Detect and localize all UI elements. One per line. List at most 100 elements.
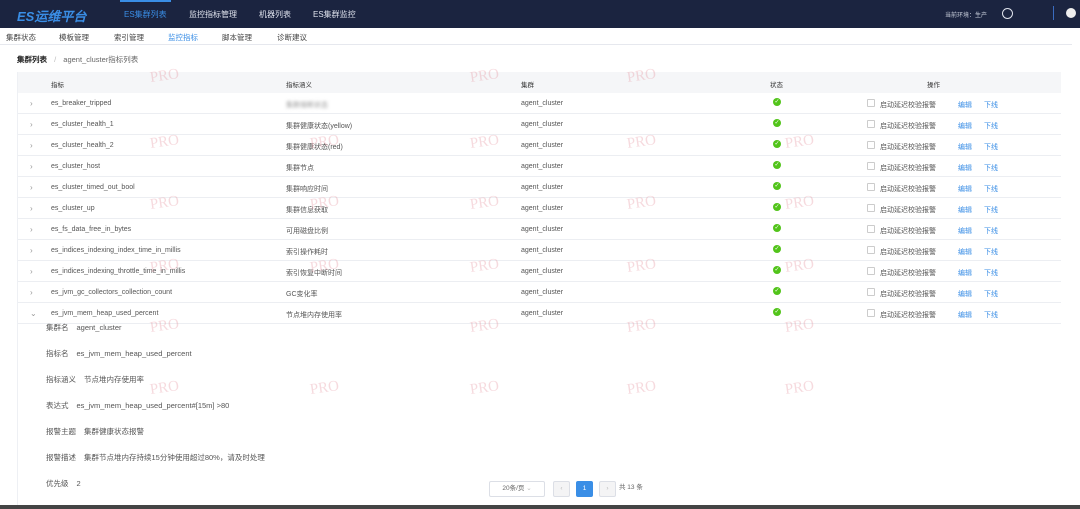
edit-link[interactable]: 编辑 [958,163,972,173]
offline-link[interactable]: 下线 [984,268,998,278]
table-row[interactable]: › es_jvm_gc_collectors_collection_count … [18,282,1061,303]
edit-link[interactable]: 编辑 [958,268,972,278]
prev-page-button[interactable]: ‹ [553,481,570,497]
table-row[interactable]: › es_fs_data_free_in_bytes 可用磁盘比例 agent_… [18,219,1061,240]
chevron-right-icon[interactable]: › [30,204,33,213]
breadcrumb-separator: / [54,55,57,64]
offline-link[interactable]: 下线 [984,310,998,320]
page-1-button[interactable]: 1 [576,481,593,497]
tab-cluster-status[interactable]: 集群状态 [6,32,36,43]
metric-name: es_cluster_timed_out_bool [51,184,135,191]
delay-check-checkbox[interactable] [867,267,875,275]
offline-link[interactable]: 下线 [984,121,998,131]
tab-template-management[interactable]: 模板管理 [59,32,89,43]
delay-check-checkbox[interactable] [867,309,875,317]
edit-link[interactable]: 编辑 [958,289,972,299]
detail-field: 集群名 agent_cluster [46,322,122,333]
table-row[interactable]: ⌄ es_jvm_mem_heap_used_percent 节点堆内存使用率 … [18,303,1061,324]
nav-es-cluster-monitor[interactable]: ES集群监控 [313,9,356,20]
delay-check-checkbox[interactable] [867,288,875,296]
delay-check-label[interactable]: 启动延迟校验报警 [880,205,936,215]
page-size-select[interactable]: 20条/页 ⌄ [489,481,545,497]
delay-check-label[interactable]: 启动延迟校验报警 [880,289,936,299]
offline-link[interactable]: 下线 [984,205,998,215]
cluster-name: agent_cluster [521,226,564,233]
delay-check-label[interactable]: 启动延迟校验报警 [880,100,936,110]
tab-index-management[interactable]: 索引管理 [114,32,144,43]
offline-link[interactable]: 下线 [984,100,998,110]
chevron-right-icon[interactable]: › [30,183,33,192]
metric-name: es_fs_data_free_in_bytes [51,226,132,233]
next-page-button[interactable]: › [599,481,616,497]
edit-link[interactable]: 编辑 [958,247,972,257]
col-metric: 指标 [51,82,64,89]
edit-link[interactable]: 编辑 [958,226,972,236]
nav-metric-management[interactable]: 监控指标管理 [189,9,237,20]
edit-link[interactable]: 编辑 [958,142,972,152]
detail-field: 优先级 2 [46,478,81,489]
offline-link[interactable]: 下线 [984,142,998,152]
delay-check-label[interactable]: 启动延迟校验报警 [880,226,936,236]
delay-check-checkbox[interactable] [867,120,875,128]
delay-check-checkbox[interactable] [867,183,875,191]
delay-check-label[interactable]: 启动延迟校验报警 [880,310,936,320]
chevron-right-icon[interactable]: › [30,99,33,108]
edit-link[interactable]: 编辑 [958,100,972,110]
delay-check-label[interactable]: 启动延迟校验报警 [880,163,936,173]
chevron-right-icon[interactable]: › [30,120,33,129]
chevron-right-icon[interactable]: › [30,267,33,276]
edit-link[interactable]: 编辑 [958,184,972,194]
metric-name: es_cluster_health_2 [51,142,114,149]
table-row[interactable]: › es_indices_indexing_index_time_in_mill… [18,240,1061,261]
status-ok-icon: ✓ [773,182,781,190]
chevron-down-icon[interactable]: ⌄ [30,309,37,318]
user-icon[interactable] [1002,8,1013,19]
breadcrumb-root[interactable]: 集群列表 [17,55,47,64]
delay-check-label[interactable]: 启动延迟校验报警 [880,142,936,152]
detail-field: 指标名 es_jvm_mem_heap_used_percent [46,348,192,359]
chevron-right-icon[interactable]: › [30,246,33,255]
metric-name: es_indices_indexing_throttle_time_in_mil… [51,268,186,275]
delay-check-checkbox[interactable] [867,246,875,254]
table-row[interactable]: › es_cluster_health_1 集群健康状态(yellow) age… [18,114,1061,135]
edit-link[interactable]: 编辑 [958,310,972,320]
col-status: 状态 [770,82,783,89]
logout-icon[interactable] [1066,8,1076,18]
table-row[interactable]: › es_cluster_host 集群节点 agent_cluster ✓ 启… [18,156,1061,177]
table-row[interactable]: › es_indices_indexing_throttle_time_in_m… [18,261,1061,282]
offline-link[interactable]: 下线 [984,184,998,194]
chevron-right-icon[interactable]: › [30,225,33,234]
metric-name: es_cluster_host [51,163,101,170]
edit-link[interactable]: 编辑 [958,121,972,131]
chevron-right-icon[interactable]: › [30,162,33,171]
offline-link[interactable]: 下线 [984,289,998,299]
delay-check-checkbox[interactable] [867,99,875,107]
delay-check-checkbox[interactable] [867,162,875,170]
app-logo[interactable]: ES运维平台 [17,6,86,25]
offline-link[interactable]: 下线 [984,247,998,257]
col-meaning: 指标涵义 [286,82,312,89]
delay-check-label[interactable]: 启动延迟校验报警 [880,121,936,131]
delay-check-checkbox[interactable] [867,204,875,212]
edit-link[interactable]: 编辑 [958,205,972,215]
delay-check-checkbox[interactable] [867,225,875,233]
delay-check-checkbox[interactable] [867,141,875,149]
delay-check-label[interactable]: 启动延迟校验报警 [880,247,936,257]
delay-check-label[interactable]: 启动延迟校验报警 [880,184,936,194]
offline-link[interactable]: 下线 [984,163,998,173]
tab-script-management[interactable]: 脚本管理 [222,32,252,43]
cluster-name: agent_cluster [521,121,564,128]
chevron-right-icon[interactable]: › [30,288,33,297]
table-row[interactable]: › es_cluster_up 集群信息获取 agent_cluster ✓ 启… [18,198,1061,219]
nav-es-cluster-list[interactable]: ES集群列表 [120,0,171,20]
table-row[interactable]: › es_cluster_timed_out_bool 集群响应时间 agent… [18,177,1061,198]
delay-check-label[interactable]: 启动延迟校验报警 [880,268,936,278]
table-row[interactable]: › es_breaker_tripped 集群熔断状态 agent_cluste… [18,93,1061,114]
tab-diagnosis[interactable]: 诊断建议 [277,32,307,43]
offline-link[interactable]: 下线 [984,226,998,236]
table-row[interactable]: › es_cluster_health_2 集群健康状态(red) agent_… [18,135,1061,156]
metric-meaning: 集群健康状态(yellow) [286,123,353,130]
nav-machine-list[interactable]: 机器列表 [259,9,291,20]
chevron-right-icon[interactable]: › [30,141,33,150]
metric-name: es_jvm_gc_collectors_collection_count [51,289,173,296]
